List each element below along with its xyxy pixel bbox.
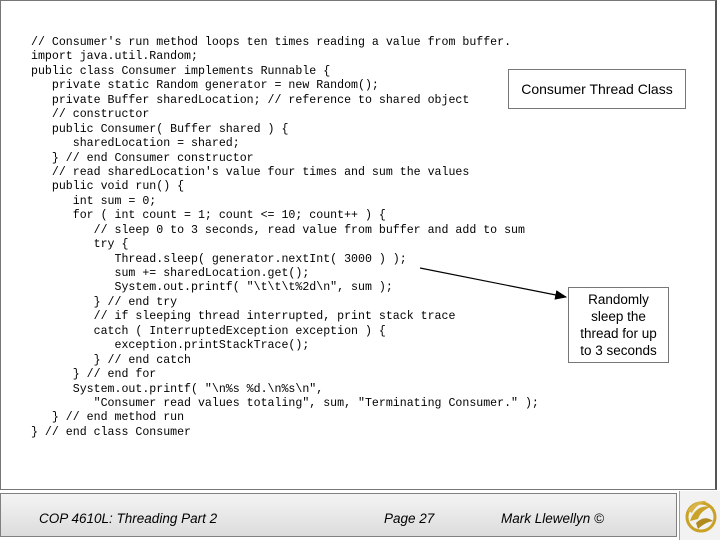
ucf-pegasus-logo-icon [679, 491, 720, 540]
code-line: sharedLocation = shared; [31, 137, 240, 151]
code-line: private static Random generator = new Ra… [31, 79, 379, 93]
code-line: // if sleeping thread interrupted, print… [31, 310, 456, 324]
slide: // Consumer's run method loops ten times… [0, 0, 720, 540]
callout-note-line: sleep the [591, 309, 646, 324]
callout-title-text: Consumer Thread Class [521, 81, 673, 97]
code-line: int sum = 0; [31, 194, 157, 208]
footer: COP 4610L: Threading Part 2 Page 27 Mark… [0, 491, 720, 540]
code-line: System.out.printf( "\t\t\t%2d\n", sum ); [31, 281, 393, 295]
code-line: } // end for [31, 368, 157, 382]
code-line: Thread.sleep( generator.nextInt( 3000 ) … [31, 252, 407, 266]
callout-title-box: Consumer Thread Class [508, 69, 686, 109]
code-line: // Consumer's run method loops ten times… [31, 36, 512, 49]
code-line: "Consumer read values totaling", sum, "T… [31, 396, 539, 410]
code-line: } // end method run [31, 411, 185, 425]
callout-note-line: thread for up [580, 326, 657, 341]
callout-note-line: Randomly [588, 292, 649, 307]
code-line: } // end class Consumer [31, 425, 192, 439]
code-line: public class Consumer implements Runnabl… [31, 64, 331, 78]
code-line: } // end Consumer constructor [31, 151, 254, 165]
footer-page-number: Page 27 [384, 511, 435, 526]
code-line: // read sharedLocation's value four time… [31, 165, 470, 179]
code-line: } // end catch [31, 353, 192, 367]
code-listing: // Consumer's run method loops ten times… [31, 36, 539, 440]
footer-bar: COP 4610L: Threading Part 2 Page 27 Mark… [0, 493, 677, 537]
code-line: System.out.printf( "\n%s %d.\n%s\n", [31, 382, 324, 396]
code-line: for ( int count = 1; count <= 10; count+… [31, 209, 386, 223]
code-line: public Consumer( Buffer shared ) { [31, 122, 289, 136]
code-line: try { [31, 238, 129, 252]
code-line: // constructor [31, 108, 150, 122]
code-line: // sleep 0 to 3 seconds, read value from… [31, 223, 525, 237]
code-line: private Buffer sharedLocation; // refere… [31, 93, 470, 107]
footer-course: COP 4610L: Threading Part 2 [39, 511, 218, 526]
code-line: exception.printStackTrace(); [31, 339, 310, 353]
code-line: public void run() { [31, 180, 185, 194]
callout-note-line: to 3 seconds [580, 343, 657, 358]
code-line: } // end try [31, 295, 178, 309]
code-line: catch ( InterruptedException exception )… [31, 324, 386, 338]
code-line: import java.util.Random; [31, 50, 198, 64]
footer-author: Mark Llewellyn © [501, 511, 604, 526]
logo-graphic [685, 500, 717, 533]
callout-note-box: Randomly sleep the thread for up to 3 se… [568, 287, 669, 363]
code-line: sum += sharedLocation.get(); [31, 267, 310, 280]
